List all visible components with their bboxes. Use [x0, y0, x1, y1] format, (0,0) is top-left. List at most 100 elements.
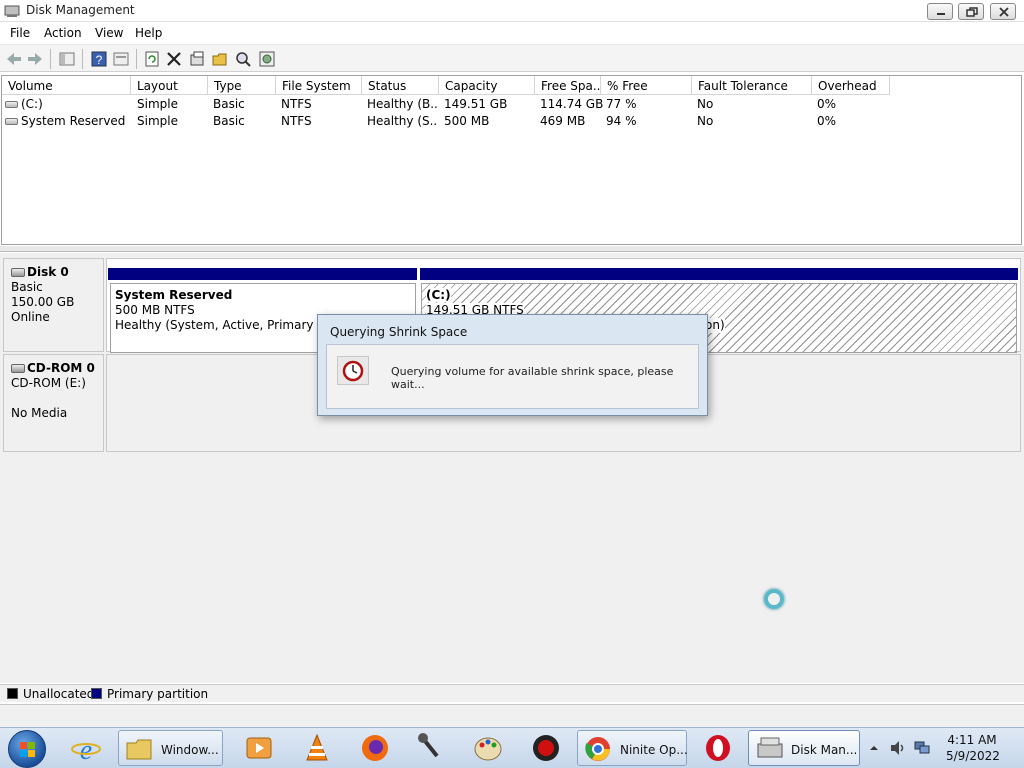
- disk-management-icon: [757, 737, 783, 758]
- network-icon[interactable]: [913, 740, 931, 756]
- col-fault-tolerance[interactable]: Fault Tolerance: [692, 76, 812, 95]
- menu-view[interactable]: View: [95, 26, 123, 40]
- properties-icon[interactable]: [112, 50, 130, 68]
- status-cell: Healthy (S...: [367, 114, 437, 128]
- dialog-title: Querying Shrink Space: [330, 325, 468, 339]
- percent-free-cell: 77 %: [606, 97, 637, 111]
- disk-management-app-icon: [4, 5, 20, 17]
- paint-icon[interactable]: [472, 732, 504, 764]
- col-capacity[interactable]: Capacity: [439, 76, 535, 95]
- col-free-space[interactable]: Free Spa...: [535, 76, 601, 95]
- task-label: Ninite Op...: [620, 743, 688, 757]
- delete-icon[interactable]: [165, 50, 183, 68]
- querying-shrink-dialog: Querying Shrink Space Querying volume fo…: [317, 314, 708, 416]
- task-label: Window...: [161, 743, 219, 757]
- legend: Unallocated Primary partition: [0, 684, 1024, 702]
- col-layout[interactable]: Layout: [131, 76, 208, 95]
- restore-icon: [966, 7, 978, 17]
- free-space-cell: 469 MB: [540, 114, 586, 128]
- clock-time: 4:11 AM: [947, 733, 997, 747]
- type-cell: Basic: [213, 97, 245, 111]
- volume-name: System Reserved: [21, 114, 126, 128]
- disk-name: Disk 0: [27, 265, 69, 279]
- taskbar: e Window... Ninite Op... Disk Man...: [0, 727, 1024, 768]
- legend-swatch-unallocated: [7, 688, 18, 699]
- recorder-icon[interactable]: [530, 732, 562, 764]
- menu-bar: File Action View Help: [0, 23, 1024, 43]
- cdrom-0-label[interactable]: CD-ROM 0 CD-ROM (E:) No Media: [3, 354, 104, 452]
- legend-label-primary: Primary partition: [107, 687, 209, 701]
- taskbar-ninite[interactable]: Ninite Op...: [577, 730, 688, 766]
- percent-free-cell: 94 %: [606, 114, 637, 128]
- dialog-message: Querying volume for available shrink spa…: [391, 365, 674, 391]
- back-icon[interactable]: [5, 50, 23, 68]
- task-label: Disk Man...: [791, 743, 858, 757]
- close-button[interactable]: [990, 3, 1016, 20]
- minimize-button[interactable]: [927, 3, 953, 20]
- close-icon: [999, 7, 1009, 17]
- forward-icon[interactable]: [26, 50, 44, 68]
- volume-icon: [5, 118, 18, 125]
- col-volume[interactable]: Volume: [2, 76, 131, 95]
- open-icon[interactable]: [211, 50, 229, 68]
- firefox-icon[interactable]: [359, 732, 391, 764]
- disk-state: Online: [11, 310, 50, 324]
- col-percent-free[interactable]: % Free: [601, 76, 692, 95]
- type-cell: Basic: [213, 114, 245, 128]
- settings-icon[interactable]: [258, 50, 276, 68]
- refresh-icon[interactable]: [143, 50, 161, 68]
- menu-file[interactable]: File: [10, 26, 30, 40]
- media-player-icon[interactable]: [243, 732, 275, 764]
- menu-help[interactable]: Help: [135, 26, 162, 40]
- taskbar-disk-management[interactable]: Disk Man...: [748, 730, 860, 766]
- status-cell: Healthy (B...: [367, 97, 437, 111]
- layout-cell: Simple: [137, 97, 178, 111]
- svg-text:?: ?: [96, 53, 103, 67]
- layout-cell: Simple: [137, 114, 178, 128]
- svg-text:e: e: [80, 735, 92, 764]
- toolbar: ?: [0, 44, 1024, 72]
- legend-swatch-primary: [91, 688, 102, 699]
- search-icon[interactable]: [234, 50, 252, 68]
- disk-0-label[interactable]: Disk 0 Basic 150.00 GB Online: [3, 258, 104, 352]
- fault-tolerance-cell: No: [697, 97, 714, 111]
- clock-icon: [337, 356, 369, 385]
- pane-splitter[interactable]: [0, 246, 1024, 252]
- busy-cursor-icon: [764, 589, 784, 609]
- col-status[interactable]: Status: [362, 76, 439, 95]
- cdrom-drive: CD-ROM (E:): [11, 376, 86, 390]
- taskbar-windows-explorer[interactable]: Window...: [118, 730, 223, 766]
- window-title: Disk Management: [26, 3, 135, 17]
- start-button[interactable]: [8, 730, 46, 768]
- capacity-cell: 149.51 GB: [444, 97, 508, 111]
- cdrom-name: CD-ROM 0: [27, 361, 95, 375]
- partition-bar-c: [420, 268, 1018, 280]
- show-pane-icon[interactable]: [58, 50, 76, 68]
- properties-sheet-icon[interactable]: [188, 50, 206, 68]
- volume-icon: [5, 101, 18, 108]
- free-space-cell: 114.74 GB: [540, 97, 604, 111]
- menu-action[interactable]: Action: [44, 26, 82, 40]
- fs-cell: NTFS: [281, 114, 312, 128]
- status-bar: [0, 704, 1024, 727]
- restore-button[interactable]: [958, 3, 984, 20]
- help-icon[interactable]: ?: [90, 50, 108, 68]
- partition-bar-system-reserved: [108, 268, 417, 280]
- col-type[interactable]: Type: [208, 76, 276, 95]
- internet-explorer-icon[interactable]: e: [70, 732, 102, 764]
- title-bar: Disk Management: [0, 0, 1024, 22]
- overhead-cell: 0%: [817, 97, 837, 111]
- opera-icon[interactable]: [702, 732, 734, 764]
- volume-icon[interactable]: [889, 740, 907, 756]
- col-overhead[interactable]: Overhead: [812, 76, 890, 95]
- microphone-icon[interactable]: [415, 732, 447, 764]
- disk-type: Basic: [11, 280, 43, 294]
- partition-name: (C:): [426, 288, 451, 302]
- legend-label-unallocated: Unallocated: [23, 687, 95, 701]
- vlc-icon[interactable]: [301, 732, 333, 764]
- clock[interactable]: 4:11 AM 5/9/2022: [946, 732, 1000, 764]
- show-hidden-icons-icon[interactable]: [869, 743, 879, 753]
- disk-icon: [11, 268, 25, 277]
- col-file-system[interactable]: File System: [276, 76, 362, 95]
- partition-size: 500 MB NTFS: [115, 303, 195, 317]
